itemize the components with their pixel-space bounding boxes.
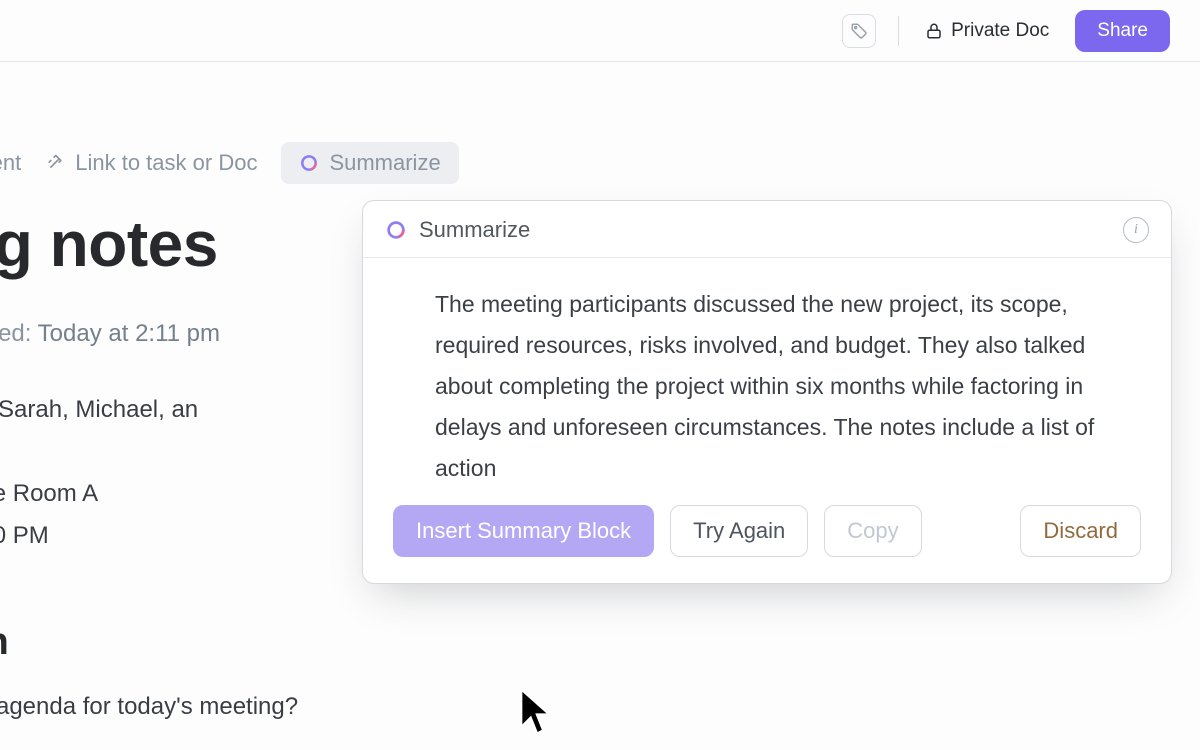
summary-text: The meeting participants discussed the n…: [363, 258, 1171, 505]
info-icon: i: [1134, 222, 1138, 238]
updated-prefix: Last Updated:: [0, 320, 31, 347]
insert-summary-button[interactable]: Insert Summary Block: [393, 505, 654, 557]
participants-value: John, Sarah, Michael, an: [0, 396, 198, 423]
separator: [898, 16, 899, 46]
privacy-label: Private Doc: [951, 20, 1049, 42]
dialogue-line: what's the agenda for today's meeting?: [0, 689, 732, 725]
tag-button[interactable]: [842, 14, 876, 48]
privacy-toggle[interactable]: Private Doc: [921, 14, 1053, 48]
top-bar: Private Doc Share: [0, 0, 1200, 62]
popover-header: Summarize i: [363, 201, 1171, 258]
comment-tool[interactable]: mment: [0, 150, 21, 176]
updated-value: Today at 2:11 pm: [38, 320, 220, 347]
discard-button[interactable]: Discard: [1020, 505, 1141, 557]
lock-icon: [925, 22, 943, 40]
tag-icon: [850, 22, 868, 40]
summarize-chip[interactable]: Summarize: [281, 142, 458, 184]
ai-sparkle-icon: [299, 153, 319, 173]
link-tool[interactable]: Link to task or Doc: [45, 150, 257, 176]
summarize-label: Summarize: [329, 150, 440, 176]
comment-label: mment: [0, 150, 21, 176]
summarize-popover: Summarize i The meeting participants dis…: [362, 200, 1172, 584]
copy-button[interactable]: Copy: [824, 505, 921, 557]
popover-title: Summarize: [419, 217, 1111, 243]
section-heading: rsation: [0, 614, 732, 671]
info-button[interactable]: i: [1123, 217, 1149, 243]
link-arrow-icon: [45, 153, 65, 173]
inline-toolbar: mment Link to task or Doc Summarize: [0, 142, 1200, 184]
share-button[interactable]: Share: [1075, 10, 1170, 52]
ai-sparkle-icon: [385, 219, 407, 241]
popover-actions: Insert Summary Block Try Again Copy Disc…: [363, 505, 1171, 583]
link-label: Link to task or Doc: [75, 150, 257, 176]
try-again-button[interactable]: Try Again: [670, 505, 808, 557]
